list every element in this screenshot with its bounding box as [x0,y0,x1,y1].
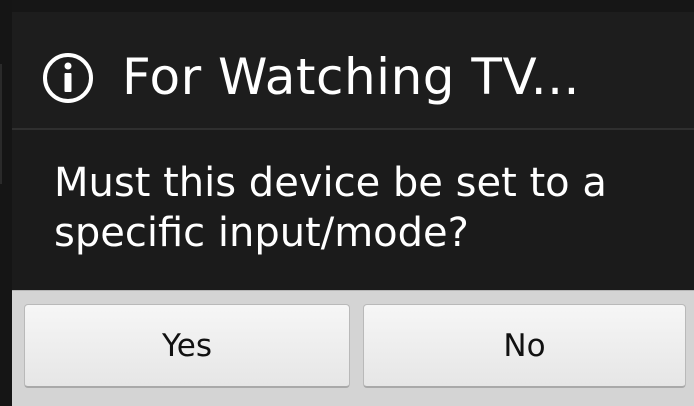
no-button[interactable]: No [363,304,686,388]
dialog-edge [0,0,12,406]
dialog-button-bar: Yes No [12,290,694,406]
alert-dialog: For Watching TV... Must this device be s… [0,0,694,406]
dialog-body: Must this device be set to a specific in… [12,130,694,290]
info-icon [42,52,94,104]
dialog-title: For Watching TV... [122,48,580,106]
dialog-title-bar: For Watching TV... [12,12,694,130]
yes-button[interactable]: Yes [24,304,350,388]
dialog-message: Must this device be set to a specific in… [54,160,607,256]
dialog-top-border [12,0,694,12]
